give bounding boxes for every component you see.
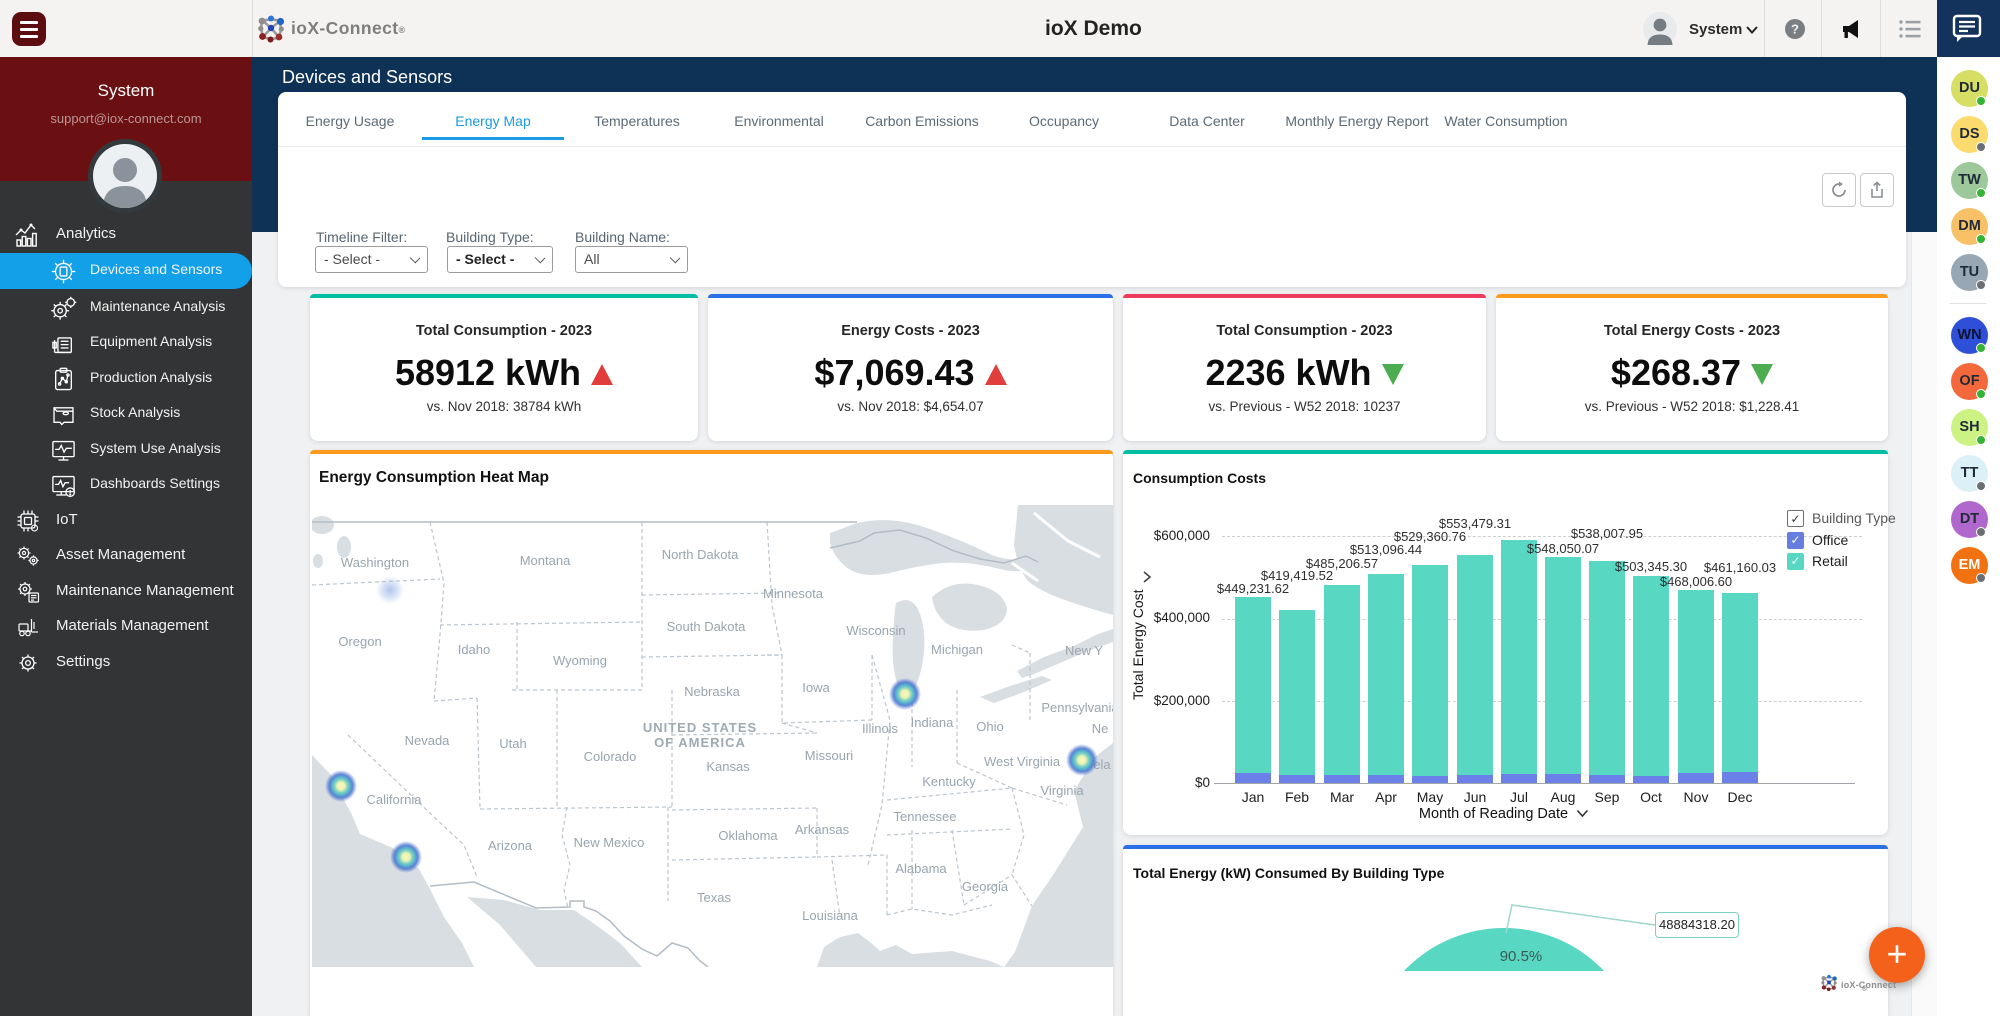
svg-text:Georgia: Georgia (962, 879, 1009, 894)
svg-text:Tennessee: Tennessee (894, 809, 957, 824)
svg-text:90.5%: 90.5% (1500, 948, 1543, 965)
svg-text:UNITED STATES: UNITED STATES (643, 720, 757, 735)
svg-text:Alabama: Alabama (895, 861, 947, 876)
svg-text:?: ? (1791, 22, 1799, 37)
svg-text:New Y: New Y (1065, 643, 1103, 658)
svg-text:Minnesota: Minnesota (763, 586, 824, 601)
svg-text:Pennsylvania: Pennsylvania (1041, 700, 1113, 715)
svg-text:Texas: Texas (697, 890, 731, 905)
svg-text:Indiana: Indiana (911, 715, 954, 730)
svg-text:Kentucky: Kentucky (922, 774, 976, 789)
svg-text:Idaho: Idaho (458, 642, 491, 657)
svg-text:Kansas: Kansas (706, 759, 750, 774)
svg-text:Montana: Montana (520, 553, 571, 568)
svg-text:Ohio: Ohio (976, 719, 1003, 734)
svg-text:Missouri: Missouri (805, 748, 854, 763)
svg-text:New Mexico: New Mexico (574, 835, 645, 850)
svg-text:Wisconsin: Wisconsin (846, 623, 905, 638)
svg-text:South Dakota: South Dakota (667, 619, 747, 634)
svg-text:Louisiana: Louisiana (802, 908, 858, 923)
svg-text:Wyoming: Wyoming (553, 653, 607, 668)
svg-text:North Dakota: North Dakota (662, 547, 739, 562)
svg-text:Oregon: Oregon (338, 634, 381, 649)
svg-text:Ne: Ne (1092, 721, 1109, 736)
svg-text:Iowa: Iowa (802, 680, 830, 695)
svg-text:West Virginia: West Virginia (984, 754, 1061, 769)
svg-text:Nebraska: Nebraska (684, 684, 740, 699)
svg-text:OF AMERICA: OF AMERICA (654, 735, 746, 750)
svg-text:Arizona: Arizona (488, 838, 533, 853)
svg-text:Nevada: Nevada (405, 733, 451, 748)
svg-text:Michigan: Michigan (931, 642, 983, 657)
svg-text:Arkansas: Arkansas (795, 822, 850, 837)
svg-text:California: California (367, 792, 423, 807)
svg-text:Washington: Washington (341, 555, 409, 570)
svg-text:Utah: Utah (499, 736, 526, 751)
svg-text:Illinois: Illinois (862, 721, 899, 736)
svg-text:Oklahoma: Oklahoma (718, 828, 778, 843)
svg-text:Virginia: Virginia (1040, 783, 1084, 798)
svg-text:Colorado: Colorado (584, 749, 637, 764)
